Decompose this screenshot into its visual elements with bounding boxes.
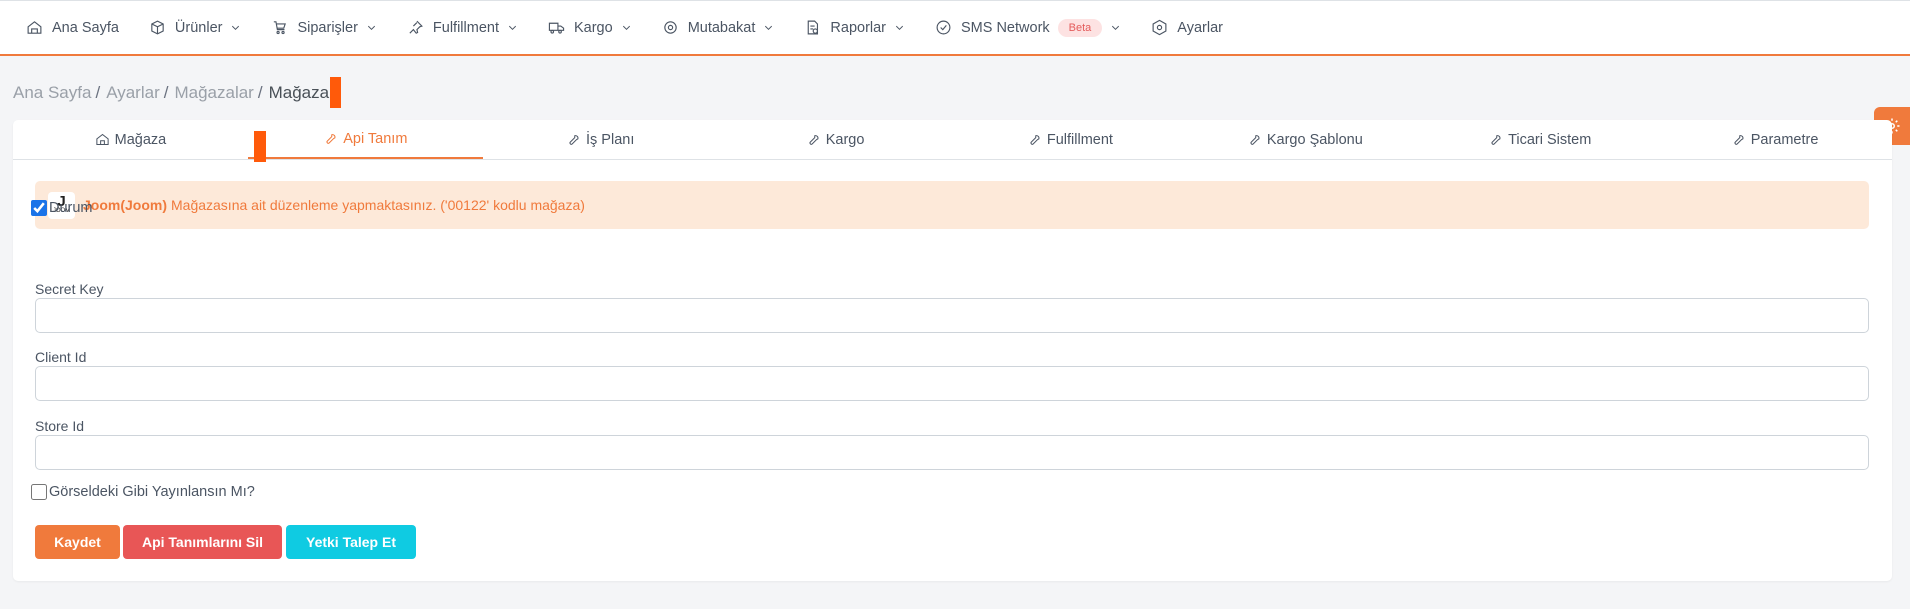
publish-checkbox[interactable] [31, 484, 47, 500]
chevron-down-icon [232, 25, 240, 30]
store-settings-card: Mağaza Api Tanım İş Planı Kargo Fulfillm… [13, 120, 1892, 581]
status-label: Durum [49, 200, 93, 216]
wrench-icon [809, 135, 819, 145]
nav-item-raporlar[interactable]: Raporlar [804, 1, 905, 54]
box-icon [151, 20, 164, 35]
nav-item-mutabakat[interactable]: Mutabakat [662, 1, 775, 54]
tab-label: İş Planı [586, 131, 635, 148]
highlight-marker [254, 131, 266, 162]
nav-label: Ürünler [174, 19, 223, 36]
tab-label: Fulfillment [1046, 131, 1113, 148]
nav-label: SMS Network [961, 19, 1050, 36]
status-checkbox[interactable] [31, 200, 47, 216]
tab-parametre[interactable]: Parametre [1657, 120, 1892, 159]
publish-checkbox-row[interactable]: Görseldeki Gibi Yayınlansın Mı? [31, 484, 255, 500]
home-icon [96, 133, 109, 145]
nav-label: Siparişler [297, 19, 358, 36]
tab-fulfillment[interactable]: Fulfillment [953, 120, 1188, 159]
breadcrumb-link-magazalar[interactable]: Mağazalar [174, 83, 253, 103]
beta-badge: Beta [1057, 18, 1103, 37]
tab-label: Parametre [1750, 131, 1819, 148]
nav-label: Ana Sayfa [52, 19, 119, 36]
secret-key-input[interactable] [35, 298, 1869, 333]
nav-label: Kargo [573, 19, 613, 36]
request-authorization-button[interactable]: Yetki Talep Et [286, 525, 416, 559]
tab-bar: Mağaza Api Tanım İş Planı Kargo Fulfillm… [13, 120, 1892, 162]
home-icon [27, 21, 42, 34]
nav-item-fulfillment[interactable]: Fulfillment [407, 1, 518, 54]
breadcrumb-current: Mağaza [268, 82, 330, 102]
save-button[interactable]: Kaydet [35, 525, 120, 559]
tab-label: Api Tanım [343, 130, 408, 147]
sync-icon [663, 21, 677, 34]
settings-hex-icon [1152, 19, 1167, 36]
chevron-down-icon [895, 25, 904, 30]
tab-is-plani[interactable]: İş Planı [483, 120, 718, 159]
wrench-icon [1491, 135, 1501, 145]
pin-icon [409, 20, 423, 34]
nav-item-ana-sayfa[interactable]: Ana Sayfa [26, 1, 119, 54]
tab-api-tanim[interactable]: Api Tanım [247, 120, 483, 159]
chevron-down-icon [622, 25, 630, 30]
chevron-down-icon [508, 25, 517, 30]
wrench-icon [569, 135, 579, 145]
nav-label: Ayarlar [1177, 19, 1223, 36]
publish-label: Görseldeki Gibi Yayınlansın Mı? [49, 484, 255, 500]
store-name: Joom(Joom) [83, 197, 167, 213]
wrench-icon [326, 134, 336, 144]
top-navbar: Ana Sayfa Ürünler Siparişler Fulfillment… [0, 0, 1910, 56]
client-id-label: Client Id [35, 349, 87, 365]
wrench-icon [1734, 135, 1744, 145]
wrench-icon [1250, 135, 1260, 145]
tab-label: Kargo [825, 131, 865, 148]
store-id-input[interactable] [35, 435, 1869, 470]
nav-item-siparisler[interactable]: Siparişler [271, 1, 376, 54]
cart-icon [274, 21, 287, 35]
tab-label: Ticari Sistem [1508, 131, 1592, 148]
secret-key-label: Secret Key [35, 281, 104, 297]
nav-label: Mutabakat [687, 19, 756, 36]
check-circle-icon [936, 20, 951, 35]
store-info-alert: J JOOM Joom(Joom) Mağazasına ait düzenle… [35, 181, 1869, 229]
chevron-down-icon [765, 25, 773, 30]
tab-ticari-sistem[interactable]: Ticari Sistem [1422, 120, 1657, 159]
status-checkbox-row[interactable]: Durum [31, 200, 93, 216]
breadcrumb-link-ana-sayfa[interactable]: Ana Sayfa [13, 83, 91, 103]
tab-label: Mağaza [114, 131, 167, 148]
nav-item-urunler[interactable]: Ürünler [149, 1, 242, 54]
alert-message: Mağazasına ait düzenleme yapmaktasınız. … [171, 197, 585, 213]
tab-label: Kargo Şablonu [1266, 131, 1363, 148]
nav-label: Fulfillment [432, 19, 499, 36]
tab-magaza[interactable]: Mağaza [13, 120, 248, 159]
store-id-label: Store Id [35, 418, 85, 434]
chevron-down-icon [1112, 25, 1120, 30]
chevron-down-icon [367, 25, 375, 30]
delete-api-button[interactable]: Api Tanımlarını Sil [123, 525, 282, 559]
breadcrumb-link-ayarlar[interactable]: Ayarlar [106, 83, 160, 103]
highlight-marker [330, 77, 342, 108]
nav-item-sms-network[interactable]: SMS Network Beta [935, 1, 1121, 54]
nav-item-kargo[interactable]: Kargo [548, 1, 632, 54]
tab-kargo[interactable]: Kargo [718, 120, 953, 159]
wrench-icon [1030, 135, 1040, 145]
breadcrumb-separator: / [95, 82, 101, 102]
truck-icon [548, 22, 565, 34]
breadcrumb-separator: / [163, 82, 169, 102]
nav-label: Raporlar [830, 19, 887, 36]
breadcrumb: Ana Sayfa / Ayarlar / Mağazalar / Mağaza [13, 77, 342, 108]
breadcrumb-separator: / [257, 82, 263, 102]
nav-item-ayarlar[interactable]: Ayarlar [1151, 1, 1223, 54]
tab-kargo-sablonu[interactable]: Kargo Şablonu [1187, 120, 1422, 159]
client-id-input[interactable] [35, 366, 1869, 401]
report-icon [808, 20, 819, 35]
